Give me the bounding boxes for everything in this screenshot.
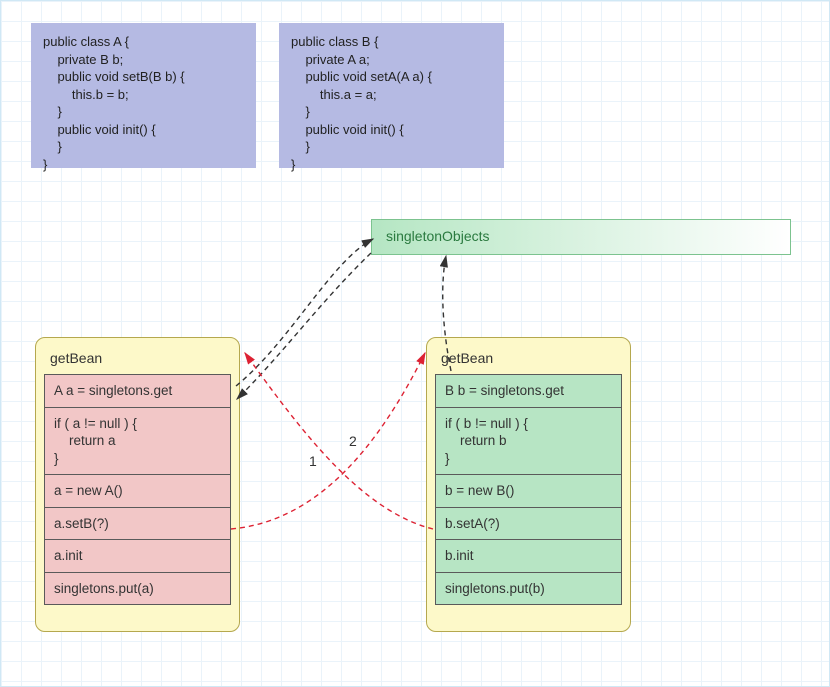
getbean-a-box: getBean A a = singletons.get if ( a != n… [35, 337, 240, 632]
getbean-a-cell-1: if ( a != null ) { return a } [44, 407, 231, 476]
diagram-canvas: public class A { private B b; public voi… [0, 0, 830, 687]
getbean-b-cell-5: singletons.put(b) [435, 572, 622, 606]
getbean-b-cell-0: B b = singletons.get [435, 374, 622, 408]
edge-label-2: 2 [349, 433, 357, 449]
getbean-a-cell-4: a.init [44, 539, 231, 573]
getbean-a-cell-3: a.setB(?) [44, 507, 231, 541]
getbean-a-cell-2: a = new A() [44, 474, 231, 508]
getbean-b-cell-1: if ( b != null ) { return b } [435, 407, 622, 476]
getbean-a-cell-5: singletons.put(a) [44, 572, 231, 606]
getbean-b-cell-4: b.init [435, 539, 622, 573]
code-class-a: public class A { private B b; public voi… [31, 23, 256, 168]
getbean-b-box: getBean B b = singletons.get if ( b != n… [426, 337, 631, 632]
getbean-b-cell-2: b = new B() [435, 474, 622, 508]
singleton-objects-box: singletonObjects [371, 219, 791, 255]
edge-label-1: 1 [309, 453, 317, 469]
getbean-a-title: getBean [44, 346, 231, 374]
code-class-b: public class B { private A a; public voi… [279, 23, 504, 168]
getbean-a-cell-0: A a = singletons.get [44, 374, 231, 408]
singleton-objects-label: singletonObjects [386, 228, 490, 244]
getbean-b-title: getBean [435, 346, 622, 374]
getbean-b-cell-3: b.setA(?) [435, 507, 622, 541]
